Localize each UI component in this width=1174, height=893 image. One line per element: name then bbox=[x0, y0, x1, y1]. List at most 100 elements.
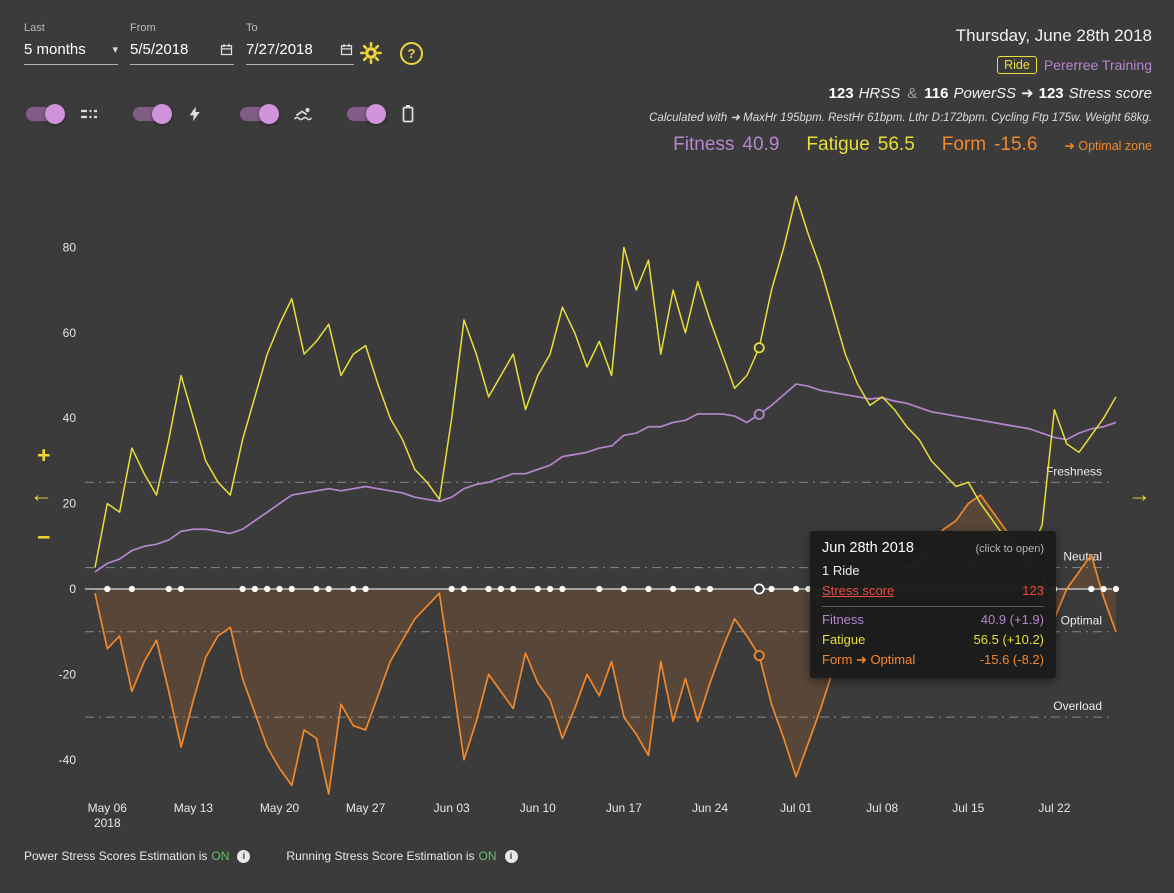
x-tick-label: Jun 10 bbox=[520, 801, 556, 815]
activity-dot[interactable] bbox=[325, 585, 332, 593]
toggle-zone-lines bbox=[26, 103, 100, 124]
selected-point-form[interactable] bbox=[753, 650, 765, 662]
zone-lines-switch[interactable] bbox=[26, 103, 65, 124]
tooltip-fitness-value: 40.9 (+1.9) bbox=[980, 612, 1044, 627]
y-tick-label: -40 bbox=[59, 753, 77, 767]
activity-dot[interactable] bbox=[362, 585, 369, 593]
calendar-icon[interactable] bbox=[219, 42, 234, 57]
zoom-in-button[interactable]: + bbox=[37, 444, 50, 467]
fatigue-label: Fatigue bbox=[806, 134, 870, 155]
swim-stress-switch[interactable] bbox=[240, 103, 279, 124]
pan-right-button[interactable]: → bbox=[1128, 483, 1151, 506]
x-tick-label: Jul 15 bbox=[952, 801, 984, 815]
activity-dot[interactable] bbox=[251, 585, 258, 593]
tooltip-fitness-row: Fitness 40.9 (+1.9) bbox=[822, 612, 1044, 627]
tooltip-fatigue-row: Fatigue 56.5 (+10.2) bbox=[822, 632, 1044, 647]
activity-dot[interactable] bbox=[165, 585, 172, 593]
y-tick-label: -20 bbox=[59, 667, 77, 681]
activity-dot[interactable] bbox=[460, 585, 468, 593]
running-estimation-status: Running Stress Score Estimation is ON i bbox=[286, 849, 518, 863]
info-icon[interactable]: i bbox=[237, 849, 251, 863]
activity-dot[interactable] bbox=[1100, 585, 1107, 593]
activity-dot[interactable] bbox=[178, 585, 185, 593]
zone-lines-icon bbox=[80, 106, 98, 122]
swimmer-icon bbox=[294, 106, 314, 122]
activity-dot[interactable] bbox=[534, 585, 541, 593]
stress-score-label: Stress score bbox=[822, 583, 895, 598]
y-tick-label: 40 bbox=[63, 411, 77, 425]
x-tick-label: Jun 24 bbox=[692, 801, 728, 815]
activity-dot[interactable] bbox=[239, 585, 246, 593]
activity-dot[interactable] bbox=[1088, 585, 1095, 593]
hrss-value: 123 bbox=[828, 85, 854, 102]
activity-dot[interactable] bbox=[448, 585, 455, 593]
y-tick-label: 0 bbox=[69, 582, 76, 596]
day-tooltip[interactable]: Jun 28th 2018 (click to open) 1 Ride Str… bbox=[810, 531, 1056, 678]
toggle-power-stress bbox=[133, 103, 207, 124]
x-tick-label: Jun 03 bbox=[434, 801, 470, 815]
last-label: Last bbox=[24, 22, 45, 34]
activity-name[interactable]: Pererree Training bbox=[1044, 57, 1152, 73]
activity-dot[interactable] bbox=[104, 585, 111, 593]
activity-dot[interactable] bbox=[793, 585, 800, 593]
tooltip-date: Jun 28th 2018 bbox=[822, 540, 914, 556]
activity-dot[interactable] bbox=[559, 585, 566, 593]
activity-dot[interactable] bbox=[276, 585, 283, 593]
activity-line: Ride Pererree Training bbox=[649, 56, 1152, 74]
calendar-icon[interactable] bbox=[339, 42, 354, 57]
activity-dot[interactable] bbox=[694, 585, 701, 593]
y-tick-label: 20 bbox=[63, 497, 77, 511]
running-estimation-text: Running Stress Score Estimation is bbox=[286, 849, 475, 863]
x-tick-label: Jul 08 bbox=[866, 801, 898, 815]
activity-dot[interactable] bbox=[288, 585, 295, 593]
series-toggles bbox=[26, 103, 421, 124]
help-button[interactable]: ? bbox=[400, 42, 423, 65]
activity-dot[interactable] bbox=[510, 585, 517, 593]
selected-point-fatigue[interactable] bbox=[753, 342, 765, 354]
activity-dot[interactable] bbox=[350, 585, 357, 593]
tooltip-form-value: -15.6 (-8.2) bbox=[979, 652, 1044, 667]
stress-total-value: 123 bbox=[1038, 85, 1064, 102]
estimation-switch[interactable] bbox=[347, 103, 386, 124]
activity-dot[interactable] bbox=[547, 585, 554, 593]
tooltip-form-row: Form ➜ Optimal -15.6 (-8.2) bbox=[822, 652, 1044, 668]
switch-knob bbox=[45, 103, 65, 124]
switch-knob bbox=[152, 103, 172, 124]
last-period-select[interactable]: 5 months ▾ bbox=[24, 41, 118, 65]
settings-button[interactable] bbox=[358, 40, 384, 66]
tooltip-activities: 1 Ride bbox=[822, 563, 860, 578]
activity-dot[interactable] bbox=[620, 585, 628, 593]
selected-activity-dot[interactable] bbox=[753, 583, 765, 595]
chevron-down-icon: ▾ bbox=[112, 44, 118, 56]
activity-dot[interactable] bbox=[313, 585, 320, 593]
zoom-out-button[interactable]: − bbox=[37, 526, 50, 549]
activity-type-badge[interactable]: Ride bbox=[997, 56, 1037, 74]
activity-dot[interactable] bbox=[264, 585, 271, 593]
tooltip-fatigue-label: Fatigue bbox=[822, 632, 866, 647]
power-estimation-state: ON bbox=[211, 849, 230, 863]
tooltip-open-hint: (click to open) bbox=[975, 543, 1044, 555]
to-date-input[interactable]: 7/27/2018 bbox=[246, 41, 354, 65]
power-stress-switch[interactable] bbox=[133, 103, 172, 124]
x-tick-label: Jul 22 bbox=[1038, 801, 1070, 815]
fitness-value: 40.9 bbox=[742, 134, 780, 155]
stress-score-line: 123 HRSS & 116 PowerSS ➜ 123 Stress scor… bbox=[649, 84, 1152, 102]
activity-dot[interactable] bbox=[645, 585, 652, 593]
activity-dot[interactable] bbox=[497, 585, 504, 593]
pan-left-button[interactable]: ← bbox=[30, 483, 53, 506]
activity-dot[interactable] bbox=[768, 585, 775, 593]
activity-dot[interactable] bbox=[706, 585, 714, 593]
zone-label-neutral: Neutral bbox=[1063, 550, 1102, 564]
to-label: To bbox=[246, 22, 258, 34]
fitness-label: Fitness bbox=[673, 134, 735, 155]
from-date-input[interactable]: 5/5/2018 bbox=[130, 41, 234, 65]
activity-dot[interactable] bbox=[670, 585, 677, 593]
lightning-icon bbox=[187, 105, 203, 123]
info-icon[interactable]: i bbox=[504, 849, 518, 863]
activity-dot[interactable] bbox=[596, 585, 603, 593]
activity-dot[interactable] bbox=[485, 585, 492, 593]
selected-point-fitness[interactable] bbox=[753, 408, 765, 420]
activity-dot[interactable] bbox=[128, 585, 135, 593]
activity-dot[interactable] bbox=[1112, 585, 1119, 593]
tooltip-stress-row: Stress score 123 bbox=[822, 583, 1044, 598]
